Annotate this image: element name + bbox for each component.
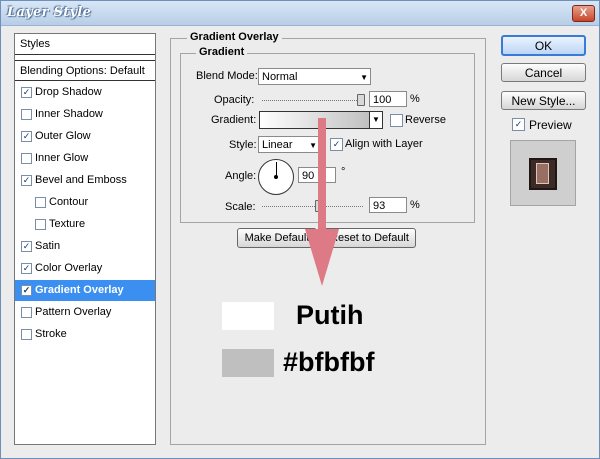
reverse-label: Reverse [405,114,446,126]
sidebar-item-label: Color Overlay [35,262,103,274]
sidebar-item-gradient-overlay[interactable]: ✓ Gradient Overlay [15,280,155,301]
sidebar-item-texture[interactable]: Texture [15,214,155,235]
checkbox-texture[interactable] [35,219,46,230]
scale-unit: % [410,199,420,211]
scale-slider[interactable] [262,206,363,208]
opacity-unit: % [410,93,420,105]
close-button[interactable]: X [572,5,595,22]
sidebar-item-label: Gradient Overlay [35,284,124,296]
checkbox-drop-shadow[interactable]: ✓ [21,87,32,98]
sidebar-item-label: Pattern Overlay [35,306,112,318]
preview-layer-frame [529,158,557,190]
chevron-down-icon: ▼ [360,73,368,82]
ok-button[interactable]: OK [501,35,586,56]
checkbox-pattern-overlay[interactable] [21,307,32,318]
sidebar-item-satin[interactable]: ✓ Satin [15,236,155,257]
annotation-arrow-shaft [318,118,326,236]
scale-label: Scale: [225,201,256,213]
sidebar-item-label: Contour [49,196,89,208]
angle-field[interactable]: 90 [298,167,336,183]
scale-field[interactable]: 93 [369,197,407,213]
blending-options-item[interactable]: Blending Options: Default [15,60,155,81]
sidebar-item-label: Stroke [35,328,67,340]
sidebar-item-label: Bevel and Emboss [35,174,127,186]
opacity-field[interactable]: 100 [369,91,407,107]
preview-checkbox[interactable]: ✓ [512,118,525,131]
opacity-slider-thumb[interactable] [357,94,365,106]
new-style-button[interactable]: New Style... [501,91,586,110]
checkbox-outer-glow[interactable]: ✓ [21,131,32,142]
sidebar-item-label: Inner Shadow [35,108,103,120]
angle-unit: ° [341,166,346,178]
styles-header[interactable]: Styles [15,34,155,55]
sidebar-item-label: Drop Shadow [35,86,102,98]
gray-swatch-label: #bfbfbf [283,347,375,377]
group-title: Gradient [196,46,248,58]
sidebar-item-label: Satin [35,240,61,252]
sidebar-item-inner-glow[interactable]: Inner Glow [15,148,155,169]
checkbox-bevel-emboss[interactable]: ✓ [21,175,32,186]
blend-mode-select[interactable]: Normal ▼ [258,68,371,85]
style-select[interactable]: Linear ▼ [258,136,320,153]
gradient-picker[interactable] [259,111,373,129]
sidebar-item-contour[interactable]: Contour [15,192,155,213]
sidebar-item-pattern-overlay[interactable]: Pattern Overlay [15,302,155,323]
sidebar-item-bevel-emboss[interactable]: ✓ Bevel and Emboss [15,170,155,191]
opacity-label: Opacity: [214,94,255,106]
align-with-layer-label: Align with Layer [345,138,423,150]
sidebar-item-drop-shadow[interactable]: ✓ Drop Shadow [15,82,155,103]
sidebar-item-label: Inner Glow [35,152,89,164]
reverse-checkbox[interactable] [390,114,403,127]
title-bar: Layer Style X [1,1,599,26]
angle-label: Angle: [225,170,257,182]
sidebar-item-inner-shadow[interactable]: Inner Shadow [15,104,155,125]
chevron-down-icon: ▼ [372,115,380,124]
preview-label: Preview [529,118,572,132]
style-label: Style: [229,139,257,151]
opacity-slider[interactable] [262,100,363,102]
sidebar-item-color-overlay[interactable]: ✓ Color Overlay [15,258,155,279]
checkbox-inner-glow[interactable] [21,153,32,164]
preview-layer-fill [536,163,549,184]
checkbox-contour[interactable] [35,197,46,208]
chevron-down-icon: ▼ [309,141,317,150]
gray-color-swatch [222,349,274,377]
angle-dial-center [274,175,278,179]
style-preview-thumbnail [510,140,576,206]
cancel-button[interactable]: Cancel [501,63,586,82]
checkbox-color-overlay[interactable]: ✓ [21,263,32,274]
checkbox-satin[interactable]: ✓ [21,241,32,252]
sidebar-item-label: Texture [49,218,86,230]
styles-list: Styles Blending Options: Default ✓ Drop … [14,33,156,445]
white-swatch-label: Putih [296,300,364,330]
blend-mode-value: Normal [262,71,298,83]
white-color-swatch [222,302,274,330]
style-value: Linear [262,139,293,151]
checkbox-inner-shadow[interactable] [21,109,32,120]
angle-dial[interactable] [258,159,294,195]
blend-mode-label: Blend Mode: [196,70,258,82]
sidebar-item-stroke[interactable]: Stroke [15,324,155,345]
sidebar-item-outer-glow[interactable]: ✓ Outer Glow [15,126,155,147]
align-with-layer-checkbox[interactable]: ✓ [330,138,343,151]
checkbox-gradient-overlay[interactable]: ✓ [21,285,32,296]
window-title: Layer Style [7,5,92,20]
panel-title: Gradient Overlay [187,31,282,43]
gradient-label: Gradient: [211,114,257,126]
gradient-dropdown-button[interactable]: ▼ [369,111,383,129]
checkbox-stroke[interactable] [21,329,32,340]
annotation-arrow-head [305,229,339,286]
sidebar-item-label: Outer Glow [35,130,91,142]
